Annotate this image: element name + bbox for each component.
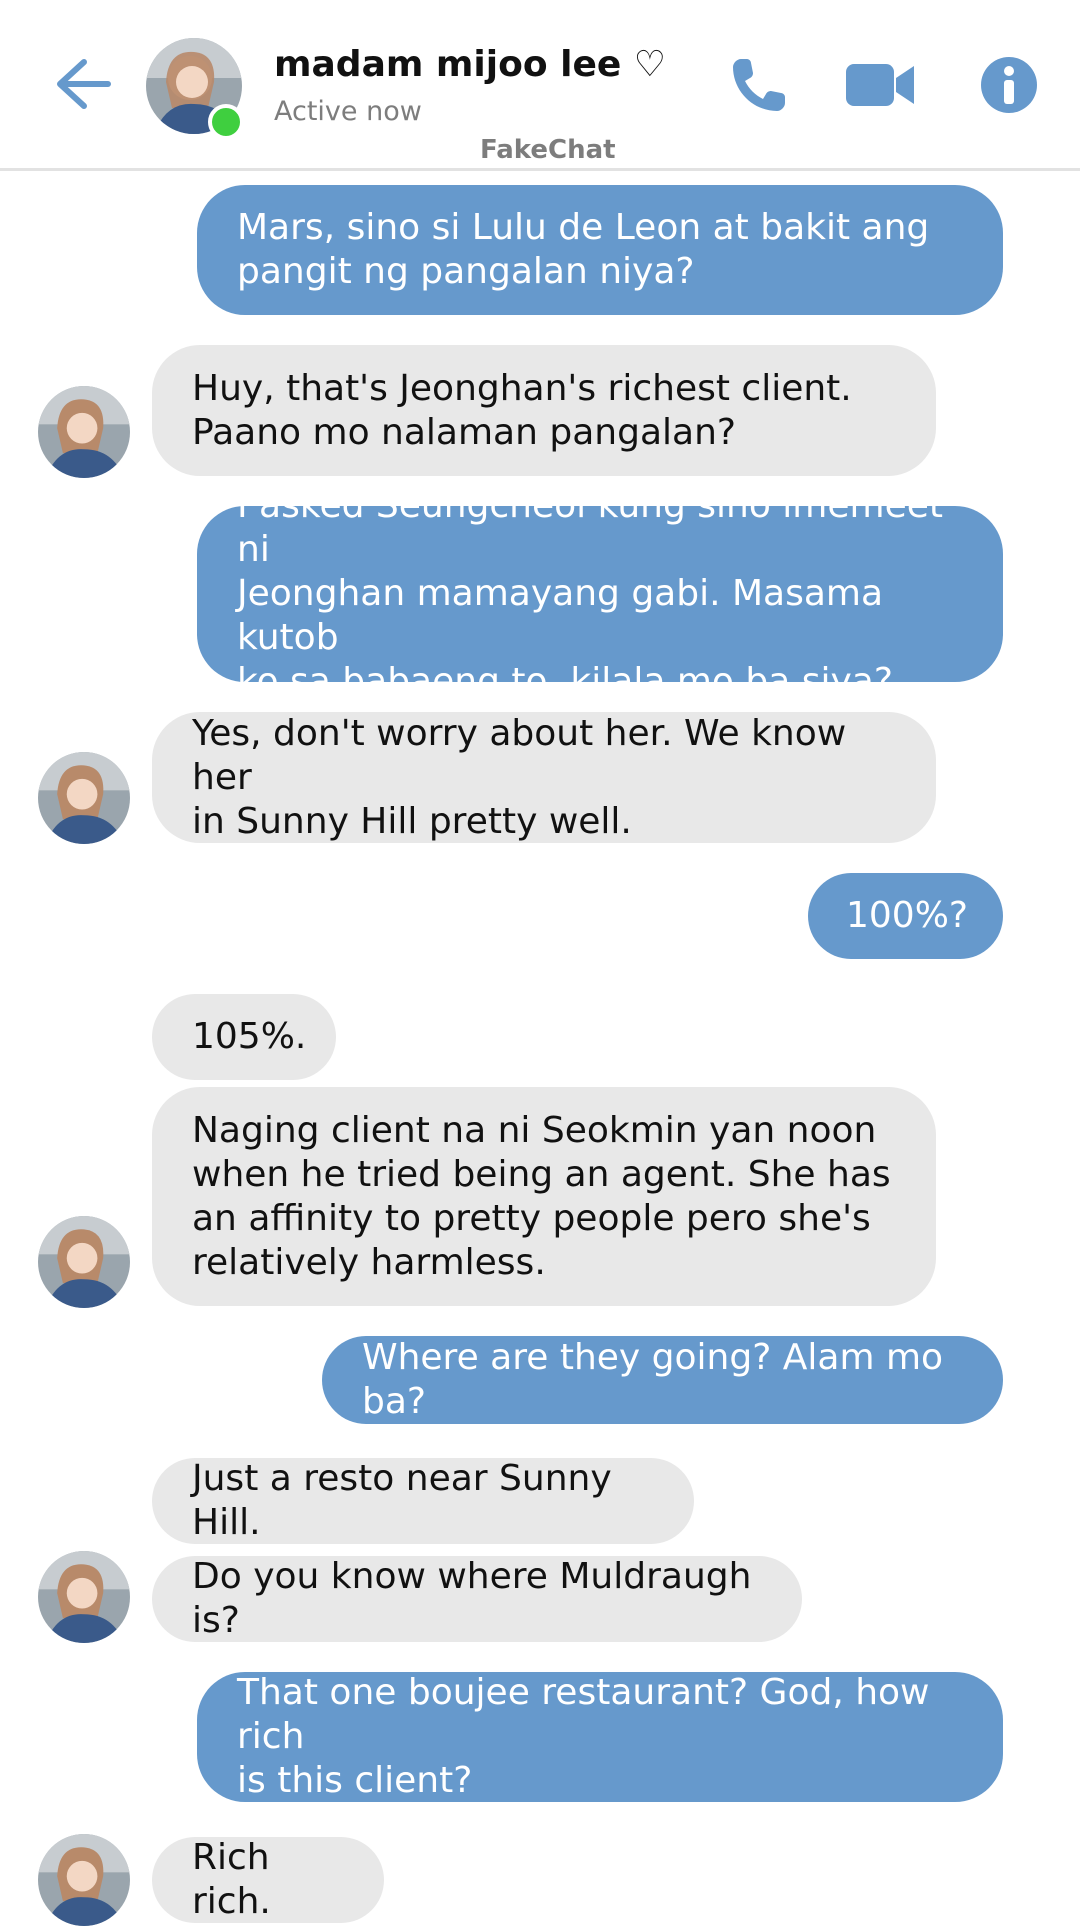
message-text: Yes, don't worry about her. We know her … <box>192 712 847 842</box>
message-text: 100%? <box>846 895 969 936</box>
contact-avatar-small[interactable] <box>38 1216 130 1308</box>
message-text: Where are they going? Alam mo ba? <box>362 1337 944 1422</box>
message-text: Rich rich. <box>192 1837 271 1922</box>
message-text: That one boujee restaurant? God, how ric… <box>237 1672 930 1801</box>
contact-avatar-small[interactable] <box>38 752 130 844</box>
chat-header: madam mijoo lee ♡ Active now FakeChat <box>0 0 1080 171</box>
outgoing-message[interactable]: I asked Seungcheol kung sino imemeet ni … <box>197 485 1003 702</box>
incoming-message[interactable]: 105%. <box>152 994 336 1080</box>
incoming-message[interactable]: Yes, don't worry about her. We know her … <box>152 712 936 843</box>
app-label: FakeChat <box>480 135 616 165</box>
incoming-message[interactable]: Huy, that's Jeonghan's richest client. P… <box>152 345 936 476</box>
back-arrow-icon[interactable] <box>50 52 114 116</box>
contact-avatar-small[interactable] <box>38 1551 130 1643</box>
message-text: I asked Seungcheol kung sino imemeet ni … <box>237 485 944 702</box>
message-text: Do you know where Muldraugh is? <box>192 1556 752 1641</box>
info-icon[interactable] <box>974 50 1044 120</box>
contact-avatar-small[interactable] <box>38 386 130 478</box>
message-text: Mars, sino si Lulu de Leon at bakit ang … <box>237 207 930 292</box>
outgoing-message[interactable]: Mars, sino si Lulu de Leon at bakit ang … <box>197 185 1003 315</box>
contact-name[interactable]: madam mijoo lee ♡ <box>274 44 666 85</box>
incoming-message[interactable]: Rich rich. <box>152 1837 384 1923</box>
message-text: Just a resto near Sunny Hill. <box>192 1458 612 1543</box>
phone-icon[interactable] <box>724 50 794 120</box>
message-text: 105%. <box>192 1016 307 1057</box>
message-text: Naging client na ni Seokmin yan noon whe… <box>192 1109 891 1283</box>
video-camera-icon[interactable] <box>846 50 916 120</box>
outgoing-message[interactable]: That one boujee restaurant? God, how ric… <box>197 1672 1003 1802</box>
incoming-message[interactable]: Naging client na ni Seokmin yan noon whe… <box>152 1087 936 1306</box>
outgoing-message[interactable]: Where are they going? Alam mo ba? <box>322 1336 1003 1424</box>
incoming-message[interactable]: Just a resto near Sunny Hill. <box>152 1458 694 1544</box>
active-status: Active now <box>274 96 422 127</box>
outgoing-message[interactable]: 100%? <box>808 873 1003 959</box>
incoming-message[interactable]: Do you know where Muldraugh is? <box>152 1556 802 1642</box>
contact-avatar-small[interactable] <box>38 1834 130 1926</box>
online-indicator <box>208 104 244 140</box>
message-text: Huy, that's Jeonghan's richest client. P… <box>192 367 852 453</box>
